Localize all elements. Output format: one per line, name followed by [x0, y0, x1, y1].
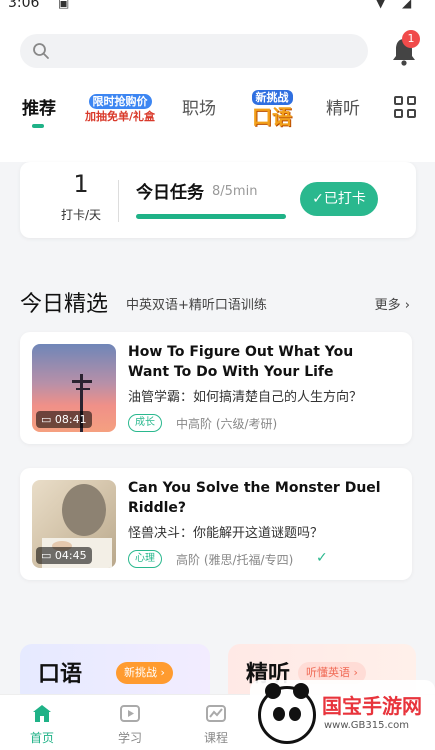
promo-speaking-title: 口语 — [252, 105, 292, 129]
tab-promo-speaking[interactable]: 新挑战 口语 — [244, 86, 300, 130]
watched-check-icon: ✓ — [316, 550, 328, 566]
featured-section-header: 今日精选 中英双语+精听口语训练 更多 › — [20, 286, 416, 318]
video-title: How To Figure Out What You Want To Do Wi… — [128, 344, 354, 380]
section-title: 今日精选 — [20, 292, 109, 317]
more-link[interactable]: 更多 › — [375, 294, 410, 313]
search-input[interactable] — [20, 34, 368, 68]
promo-speaking-label: 新挑战 — [251, 90, 293, 105]
signal-icon: ◢ — [402, 0, 412, 10]
status-time: 3:06 — [8, 0, 40, 11]
task-progress-fill — [136, 214, 286, 219]
video-card[interactable]: ▭ 04:45 Can You Solve the Monster Duel R… — [20, 468, 412, 580]
checkin-count: 1 — [73, 170, 89, 198]
nav-home[interactable]: 首页 — [12, 703, 72, 746]
video-duration: ▭ 08:41 — [36, 411, 92, 428]
video-subtitle: 怪兽决斗：你能解开这道谜题吗？ — [128, 526, 324, 541]
nav-courses-label: 课程 — [203, 731, 228, 745]
nav-study-label: 学习 — [117, 731, 142, 745]
panda-logo-icon — [258, 683, 316, 744]
category-tabs: 推荐 限时抢购价 加抽免单/礼盒 职场 新挑战 口语 精听 — [0, 84, 435, 140]
play-icon — [120, 705, 140, 722]
site-watermark: 国宝手游网 www.GB315.com — [250, 680, 435, 750]
top-bar: 1 推荐 限时抢购价 加抽免单/礼盒 职场 新挑战 口语 精听 — [0, 14, 435, 162]
task-title: 今日任务 — [136, 183, 204, 203]
grid-menu-icon[interactable] — [394, 96, 416, 118]
video-subtitle: 油管学霸：如何搞清楚自己的人生方向？ — [128, 390, 363, 405]
speaking-title: 口语 — [38, 662, 83, 687]
tab-recommend[interactable]: 推荐 — [22, 94, 56, 119]
notification-badge: 1 — [402, 30, 420, 48]
search-icon — [33, 43, 49, 59]
speaking-badge: 新挑战 › — [116, 662, 173, 684]
tab-promo-sale[interactable]: 限时抢购价 加抽免单/礼盒 — [82, 90, 158, 126]
task-progress-text: 8/5min — [212, 184, 258, 199]
video-thumbnail[interactable]: ▭ 08:41 — [32, 344, 116, 432]
tab-workplace[interactable]: 职场 — [182, 94, 216, 119]
duration-text: 08:41 — [54, 413, 87, 426]
promo-sale-sub: 加抽免单/礼盒 — [84, 110, 156, 123]
wifi-icon: ▼ — [376, 0, 386, 10]
video-title: Can You Solve the Monster Duel Riddle? — [128, 480, 381, 516]
checkin-unit: 打卡/天 — [60, 208, 102, 222]
video-duration: ▭ 04:45 — [36, 547, 92, 564]
checked-in-button[interactable]: ✓已打卡 — [300, 182, 378, 216]
nav-courses[interactable]: 课程 — [186, 703, 246, 746]
chart-icon — [206, 705, 226, 722]
video-card[interactable]: ▭ 08:41 How To Figure Out What You Want … — [20, 332, 412, 444]
video-tag: 成长 — [128, 414, 162, 432]
duration-text: 04:45 — [54, 549, 87, 562]
nav-study[interactable]: 学习 — [100, 703, 160, 746]
image-status-icon: ▣ — [58, 0, 70, 10]
nav-home-label: 首页 — [29, 731, 54, 745]
task-progress-bar — [136, 214, 286, 219]
status-bar: 3:06 ▣ ▼ ◢ — [0, 0, 435, 14]
video-level: 高阶 (雅思/托福/专四) — [176, 553, 294, 567]
watermark-text: 国宝手游网 — [322, 694, 422, 718]
watermark-url: www.GB315.com — [324, 720, 410, 731]
video-tag: 心理 — [128, 550, 162, 568]
active-tab-indicator — [32, 124, 44, 128]
video-level: 中高阶 (六级/考研) — [176, 417, 278, 431]
home-icon — [33, 705, 51, 722]
promo-sale-label: 限时抢购价 — [88, 94, 152, 109]
video-thumbnail[interactable]: ▭ 04:45 — [32, 480, 116, 568]
section-subtitle: 中英双语+精听口语训练 — [126, 298, 267, 313]
daily-task-card: 1 打卡/天 今日任务 8/5min ✓已打卡 — [20, 162, 416, 238]
tab-listening[interactable]: 精听 — [326, 94, 360, 119]
divider — [118, 180, 119, 222]
